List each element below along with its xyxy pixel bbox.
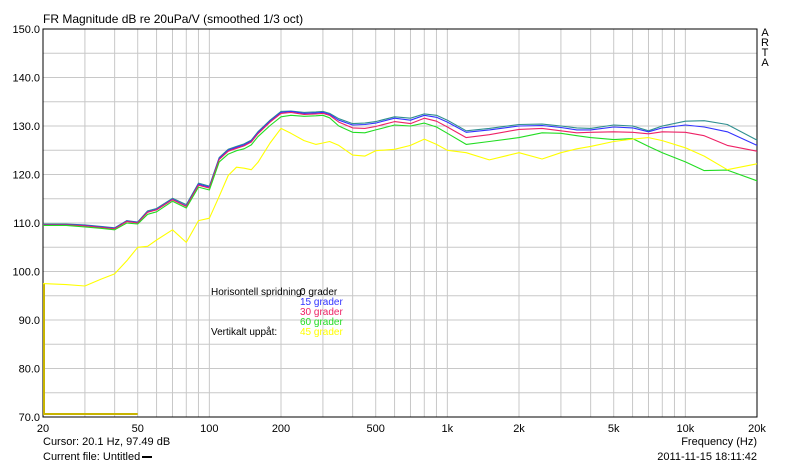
- frequency-response-chart[interactable]: 70.080.090.0100.0110.0120.0130.0140.0150…: [0, 0, 800, 465]
- current-file-label: Current file: Untitled: [43, 451, 141, 463]
- x-tick-label: 20: [37, 423, 49, 435]
- y-tick-label: 150.0: [12, 24, 40, 36]
- y-tick-label: 100.0: [12, 267, 40, 279]
- file-mark-icon: [142, 456, 153, 459]
- x-tick-label: 50: [132, 423, 144, 435]
- x-tick-label: 1k: [442, 423, 454, 435]
- x-tick-label: 200: [272, 423, 290, 435]
- series-line-4: [42, 127, 758, 287]
- y-tick-label: 110.0: [13, 218, 40, 230]
- series-line-3: [43, 114, 758, 231]
- y-tick-label: 80.0: [19, 364, 40, 376]
- legend-entry-45-grader: 45 grader: [300, 327, 343, 338]
- legend-group-label: Horisontell spridning:: [211, 287, 305, 298]
- y-tick-label: 140.0: [12, 73, 40, 85]
- timestamp: 2011-11-15 18:11:42: [657, 451, 757, 463]
- series-line-1: [43, 110, 758, 229]
- cursor-readout: Cursor: 20.1 Hz, 97.49 dB: [43, 436, 171, 448]
- x-tick-label: 100: [200, 423, 218, 435]
- x-tick-label: 20k: [748, 423, 766, 435]
- x-tick-label: 2k: [513, 423, 525, 435]
- legend-group-label: Vertikalt uppåt:: [211, 327, 278, 338]
- x-tick-label: 500: [367, 423, 385, 435]
- current-file-status: Current file: Untitled: [43, 451, 153, 463]
- y-tick-label: 120.0: [12, 170, 40, 182]
- series-line-0: [43, 110, 758, 229]
- x-tick-label: 5k: [608, 423, 620, 435]
- x-tick-label: 10k: [676, 423, 694, 435]
- y-tick-label: 130.0: [12, 121, 40, 133]
- y-tick-label: 90.0: [19, 315, 40, 327]
- x-axis-label: Frequency (Hz): [681, 436, 757, 448]
